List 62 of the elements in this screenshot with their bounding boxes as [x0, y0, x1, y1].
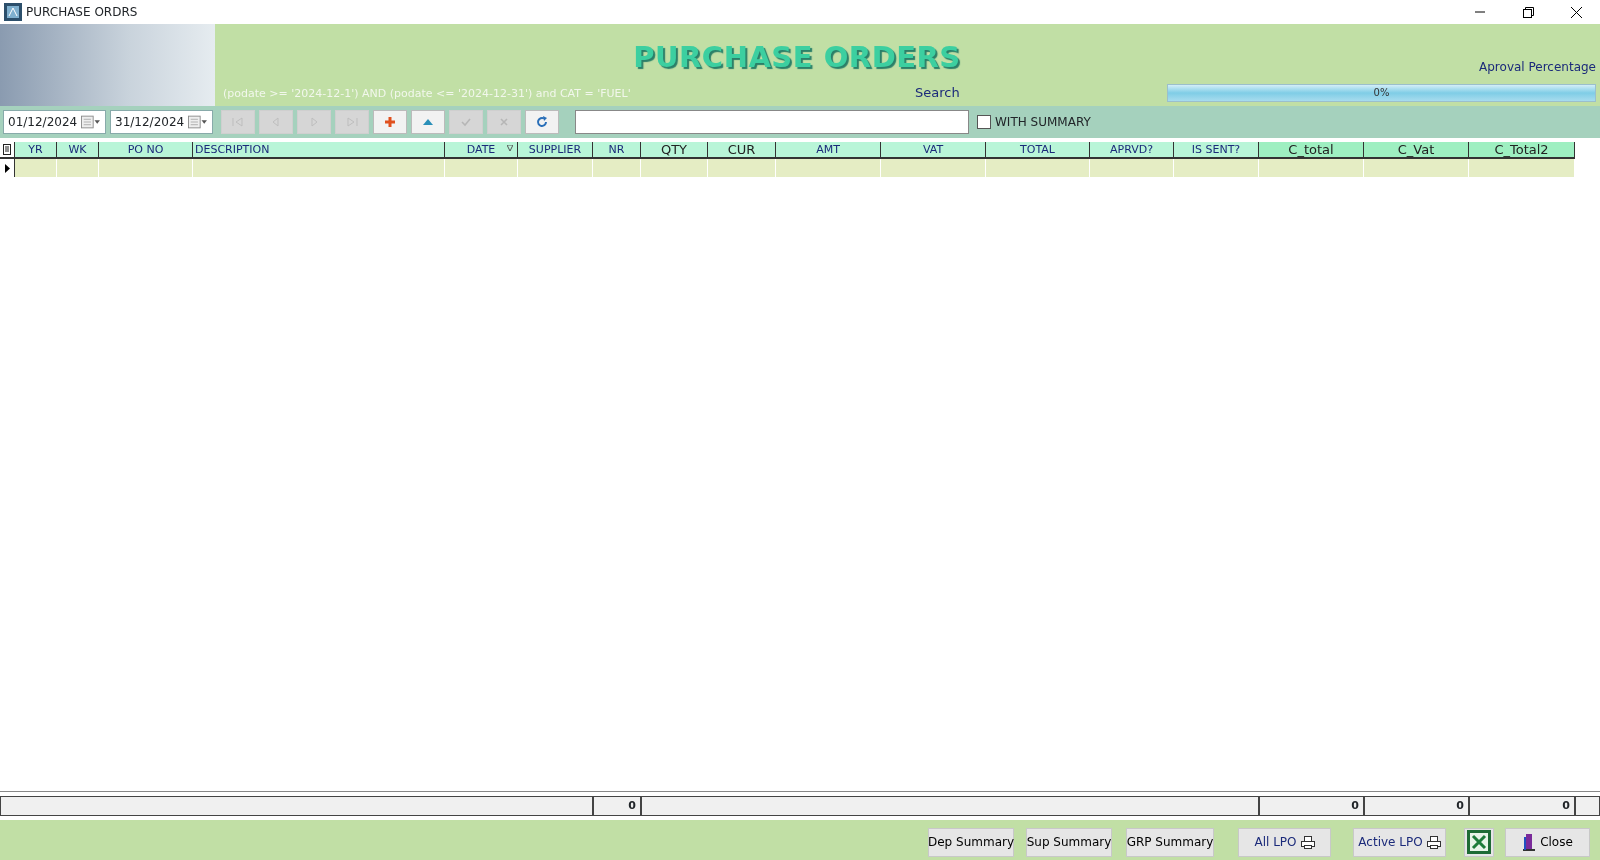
excel-button[interactable] [1464, 827, 1494, 857]
table-cell [641, 159, 708, 177]
total-cell: 0 [1469, 796, 1575, 816]
column-header[interactable]: TOTAL [986, 142, 1090, 159]
checkbox[interactable] [977, 115, 991, 129]
door-exit-icon [1522, 833, 1537, 851]
printer-icon [1300, 835, 1315, 849]
table-cell [15, 159, 57, 177]
column-header[interactable]: YR [15, 142, 57, 159]
filter-text: (podate >= '2024-12-1') AND (podate <= '2024-12-31') and CAT = 'FUEL' [223, 85, 632, 102]
column-header[interactable]: QTY [641, 142, 708, 159]
spreadsheet-icon [1467, 830, 1491, 854]
window-title: PURCHASE ORDRS [26, 4, 139, 21]
column-header[interactable]: NR [593, 142, 641, 159]
column-header[interactable]: C_Total2 [1469, 142, 1575, 159]
toolbar-button[interactable] [411, 110, 445, 134]
app-icon [4, 3, 22, 21]
search-label: Search [915, 83, 960, 102]
table-cell [57, 159, 99, 177]
table-cell [593, 159, 641, 177]
calendar-icon [81, 115, 101, 129]
page-title: PURCHASE ORDERS [632, 39, 962, 76]
print-button[interactable]: All LPO [1238, 827, 1331, 857]
date-field[interactable]: 01/12/2024 [3, 110, 106, 134]
summary-button[interactable]: Sup Summary [1026, 827, 1112, 857]
refresh-icon [535, 115, 549, 129]
search-field[interactable] [575, 110, 969, 134]
progress-reading: 0% [1372, 86, 1391, 100]
column-header[interactable]: IS SENT? [1174, 142, 1259, 159]
table-cell [708, 159, 776, 177]
column-header[interactable]: C_total [1259, 142, 1364, 159]
column-header[interactable]: WK [57, 142, 99, 159]
column-header[interactable]: AMT [776, 142, 881, 159]
close-form-button[interactable]: Close [1505, 827, 1590, 857]
print-button[interactable]: Active LPO [1353, 827, 1446, 857]
total-cell: 0 [593, 796, 641, 816]
column-header[interactable]: APRVD? [1090, 142, 1174, 159]
grid-menu-icon [3, 144, 11, 155]
restore-icon [1522, 6, 1534, 18]
close-icon [1570, 6, 1582, 18]
plus-icon [383, 115, 397, 129]
column-header[interactable]: SUPPLIER [518, 142, 593, 159]
column-header[interactable]: C_Vat [1364, 142, 1469, 159]
toolbar-button[interactable] [373, 110, 407, 134]
column-header[interactable]: VAT [881, 142, 986, 159]
summary-button[interactable]: GRP Summary [1126, 827, 1214, 857]
total-cell: 0 [1364, 796, 1469, 816]
date-field[interactable]: 31/12/2024 [110, 110, 213, 134]
current-row-icon [4, 163, 10, 173]
total-cell: 0 [1259, 796, 1364, 816]
checkbox-label: WITH SUMMARY [995, 114, 1091, 131]
column-header[interactable]: PO NO [99, 142, 193, 159]
toolbar-button[interactable] [525, 110, 559, 134]
footer-cell [1575, 796, 1600, 816]
sort-icon [507, 145, 513, 151]
approval-label: Aproval Percentage [1479, 59, 1596, 76]
calendar-icon [188, 115, 208, 129]
summary-button[interactable]: Dep Summary [928, 827, 1014, 857]
printer-icon [1426, 835, 1441, 849]
column-header[interactable]: CUR [708, 142, 776, 159]
column-header[interactable]: DESCRIPTION [193, 142, 445, 159]
column-header[interactable]: DATE [445, 142, 518, 159]
